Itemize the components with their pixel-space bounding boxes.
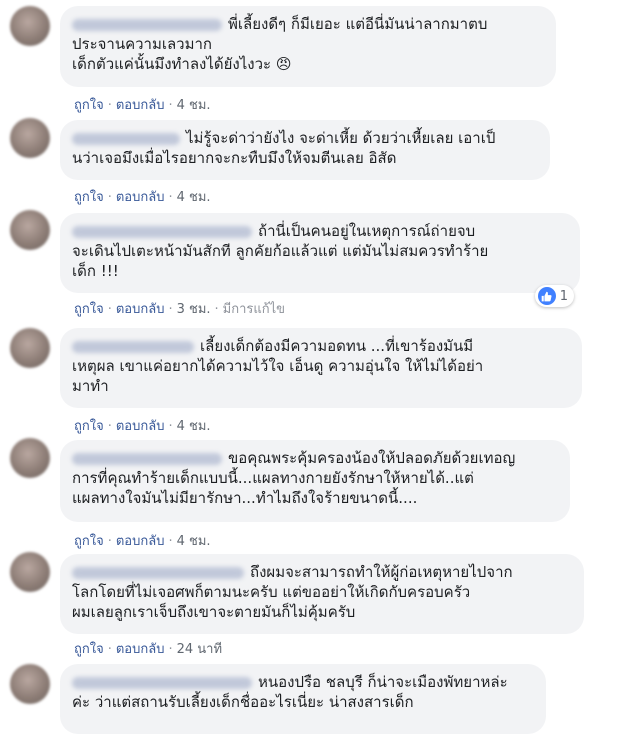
commenter-name[interactable] [72, 225, 252, 238]
comment-bubble: ถ้านี่เป็นคนอยู่ในเหตุการณ์ถ่ายจบ จะเดิน… [60, 213, 580, 293]
comment-text: พี่เลี้ยงดีๆ ก็มีเยอะ แต่อีนี่มันน่าลากม… [72, 15, 488, 73]
reply-link[interactable]: ตอบกลับ [116, 530, 165, 551]
reply-link[interactable]: ตอบกลับ [116, 94, 165, 115]
comment-text: ถ้านี่เป็นคนอยู่ในเหตุการณ์ถ่ายจบ จะเดิน… [72, 222, 489, 280]
like-link[interactable]: ถูกใจ [74, 186, 104, 207]
comment-text: หนองปรือ ชลบุรี ก็น่าจะเมืองพัทยาหล่ะ ค่… [72, 673, 508, 711]
reaction-count[interactable]: 1 [534, 285, 574, 307]
separator: · [107, 302, 112, 317]
comment-bubble: ขอคุณพระคุ้มครองน้องให้ปลอดภัยด้วยเทอญ ก… [60, 440, 570, 522]
like-link[interactable]: ถูกใจ [74, 638, 104, 659]
comment-actions: ถูกใจ · ตอบกลับ · 24 นาที [74, 638, 222, 659]
timestamp[interactable]: 3 ชม. [177, 298, 211, 319]
separator: · [168, 419, 173, 434]
commenter-name[interactable] [72, 340, 194, 353]
reply-link[interactable]: ตอบกลับ [116, 186, 165, 207]
avatar[interactable] [10, 118, 50, 158]
timestamp[interactable]: 4 ชม. [177, 186, 211, 207]
separator: · [107, 534, 112, 549]
separator: · [168, 98, 173, 113]
separator: · [168, 642, 173, 657]
comment-actions: ถูกใจ · ตอบกลับ · 4 ชม. [74, 415, 211, 436]
avatar[interactable] [10, 438, 50, 478]
comment-actions: ถูกใจ · ตอบกลับ · 3 ชม. · มีการแก้ไข [74, 298, 285, 319]
separator: · [168, 302, 173, 317]
comment-bubble: เลี้ยงเด็กต้องมีความอดทน ...ที่เขาร้องมั… [60, 328, 582, 408]
comment-actions: ถูกใจ · ตอบกลับ · 4 ชม. [74, 530, 211, 551]
reaction-count-label: 1 [559, 288, 568, 304]
reply-link[interactable]: ตอบกลับ [116, 298, 165, 319]
comment-text: ถึงผมจะสามารถทำให้ผู้ก่อเหตุหายไปจาก โลก… [72, 563, 513, 621]
comment-text: เลี้ยงเด็กต้องมีความอดทน ...ที่เขาร้องมั… [72, 337, 484, 395]
separator: · [107, 642, 112, 657]
avatar[interactable] [10, 664, 50, 704]
comment-bubble: ไม่รู้จะด่าว่ายังไง จะด่าเหี้ย ด้วยว่าเห… [60, 120, 550, 180]
avatar[interactable] [10, 552, 50, 592]
timestamp[interactable]: 4 ชม. [177, 94, 211, 115]
reply-link[interactable]: ตอบกลับ [116, 415, 165, 436]
separator: · [107, 190, 112, 205]
separator: · [107, 98, 112, 113]
separator: · [214, 302, 219, 317]
edited-link[interactable]: มีการแก้ไข [223, 298, 285, 319]
thumbs-up-icon [537, 287, 556, 305]
separator: · [107, 419, 112, 434]
avatar[interactable] [10, 6, 50, 46]
commenter-name[interactable] [72, 566, 244, 579]
avatar[interactable] [10, 210, 50, 250]
commenter-name[interactable] [72, 676, 252, 689]
reply-link[interactable]: ตอบกลับ [116, 638, 165, 659]
like-link[interactable]: ถูกใจ [74, 415, 104, 436]
comment-text: ขอคุณพระคุ้มครองน้องให้ปลอดภัยด้วยเทอญ ก… [72, 449, 516, 507]
comment-actions: ถูกใจ · ตอบกลับ · 4 ชม. [74, 94, 211, 115]
comment-thread: พี่เลี้ยงดีๆ ก็มีเยอะ แต่อีนี่มันน่าลากม… [0, 0, 618, 734]
comment-bubble: พี่เลี้ยงดีๆ ก็มีเยอะ แต่อีนี่มันน่าลากม… [60, 6, 556, 87]
like-link[interactable]: ถูกใจ [74, 530, 104, 551]
comment-text: ไม่รู้จะด่าว่ายังไง จะด่าเหี้ย ด้วยว่าเห… [72, 129, 496, 167]
timestamp[interactable]: 4 ชม. [177, 530, 211, 551]
commenter-name[interactable] [72, 18, 222, 31]
like-link[interactable]: ถูกใจ [74, 298, 104, 319]
timestamp[interactable]: 4 ชม. [177, 415, 211, 436]
separator: · [168, 534, 173, 549]
commenter-name[interactable] [72, 452, 222, 465]
timestamp[interactable]: 24 นาที [177, 638, 222, 659]
comment-bubble: หนองปรือ ชลบุรี ก็น่าจะเมืองพัทยาหล่ะ ค่… [60, 664, 546, 734]
comment-bubble: ถึงผมจะสามารถทำให้ผู้ก่อเหตุหายไปจาก โลก… [60, 554, 584, 634]
avatar[interactable] [10, 328, 50, 368]
separator: · [168, 190, 173, 205]
comment-actions: ถูกใจ · ตอบกลับ · 4 ชม. [74, 186, 211, 207]
like-link[interactable]: ถูกใจ [74, 94, 104, 115]
commenter-name[interactable] [72, 132, 180, 145]
